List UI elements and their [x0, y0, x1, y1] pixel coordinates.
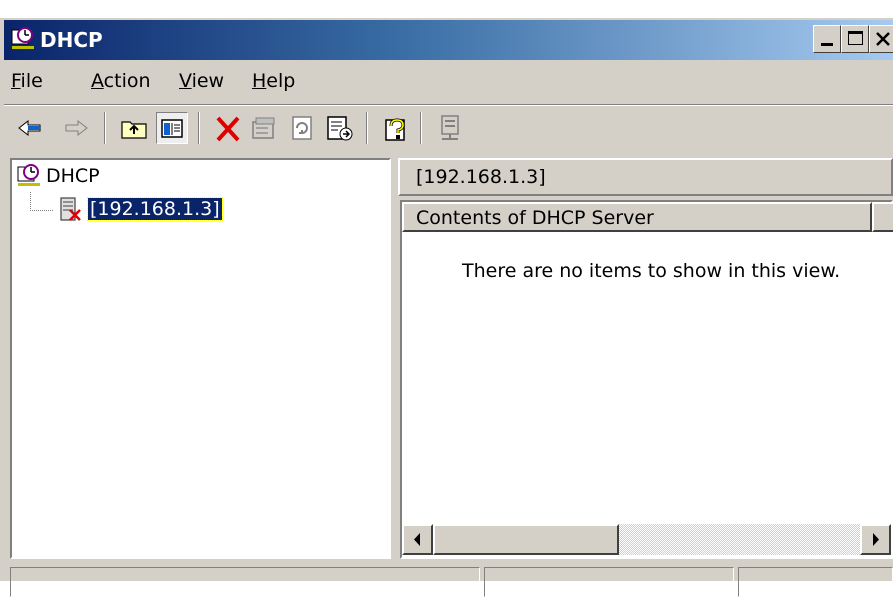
menu-bar: File Action View Help [4, 63, 893, 101]
maximize-button[interactable] [841, 25, 869, 53]
toolbar [4, 106, 893, 150]
up-one-level-button[interactable] [118, 112, 150, 144]
show-hide-tree-icon [161, 119, 183, 138]
toolbar-separator [104, 112, 106, 144]
status-panel-main [10, 567, 480, 597]
title-bar[interactable]: DHCP [4, 20, 893, 60]
show-hide-console-tree-button[interactable] [156, 112, 188, 144]
up-folder-icon [121, 121, 147, 139]
back-button[interactable] [14, 112, 46, 144]
tree-root-dhcp[interactable]: DHCP [46, 165, 100, 187]
server-button[interactable] [434, 112, 466, 144]
server-node-icon [60, 197, 81, 221]
export-list-icon [327, 116, 353, 141]
column-header-contents[interactable]: Contents of DHCP Server [402, 202, 872, 232]
status-panel-right [738, 567, 893, 597]
menu-file[interactable]: File [11, 70, 43, 92]
window-title: DHCP [40, 28, 103, 52]
tree-server-node[interactable]: [192.168.1.3] [87, 197, 223, 221]
horizontal-scrollbar[interactable] [402, 524, 891, 555]
menu-action[interactable]: Action [91, 70, 151, 92]
toolbar-separator [366, 112, 368, 144]
forward-arrow-icon [65, 119, 88, 137]
menu-view[interactable]: View [179, 70, 224, 92]
properties-icon [252, 117, 275, 139]
scroll-left-button[interactable] [402, 524, 433, 555]
dhcp-window: DHCP File Action View Help DHCP [192.168… [0, 18, 893, 597]
help-button[interactable] [380, 112, 412, 144]
close-button[interactable] [869, 25, 893, 53]
minimize-icon [821, 43, 833, 46]
status-panel-middle [484, 567, 734, 597]
minimize-button[interactable] [813, 25, 841, 53]
scrollbar-thumb[interactable] [433, 524, 619, 555]
empty-view-message: There are no items to show in this view. [462, 260, 841, 282]
dhcp-app-icon [11, 27, 34, 49]
back-arrow-icon [18, 119, 41, 137]
scroll-left-icon [414, 533, 420, 546]
scroll-right-button[interactable] [860, 524, 891, 555]
delete-icon [216, 116, 240, 142]
tree-connector-line [30, 192, 53, 211]
refresh-button[interactable] [286, 112, 318, 144]
help-icon [385, 118, 405, 141]
console-tree[interactable]: DHCP [192.168.1.3] [10, 158, 391, 559]
current-node-path: [192.168.1.3] [398, 158, 893, 196]
server-icon [441, 115, 459, 140]
close-icon [876, 32, 890, 46]
status-bar [4, 563, 893, 599]
refresh-icon [292, 116, 312, 140]
delete-button[interactable] [212, 112, 244, 144]
dhcp-node-icon [17, 164, 40, 186]
properties-button[interactable] [248, 112, 280, 144]
path-label: [192.168.1.3] [416, 166, 546, 188]
scroll-right-icon [873, 533, 879, 546]
result-list[interactable]: Contents of DHCP Server There are no ite… [400, 200, 893, 559]
details-pane: [192.168.1.3] Contents of DHCP Server Th… [398, 158, 893, 559]
toolbar-separator [198, 112, 200, 144]
forward-button[interactable] [60, 112, 92, 144]
column-header-label: Contents of DHCP Server [416, 207, 654, 229]
maximize-icon [848, 31, 863, 45]
toolbar-separator [420, 112, 422, 144]
export-list-button[interactable] [324, 112, 356, 144]
column-header-extra[interactable] [872, 202, 893, 232]
menu-help[interactable]: Help [252, 70, 295, 92]
